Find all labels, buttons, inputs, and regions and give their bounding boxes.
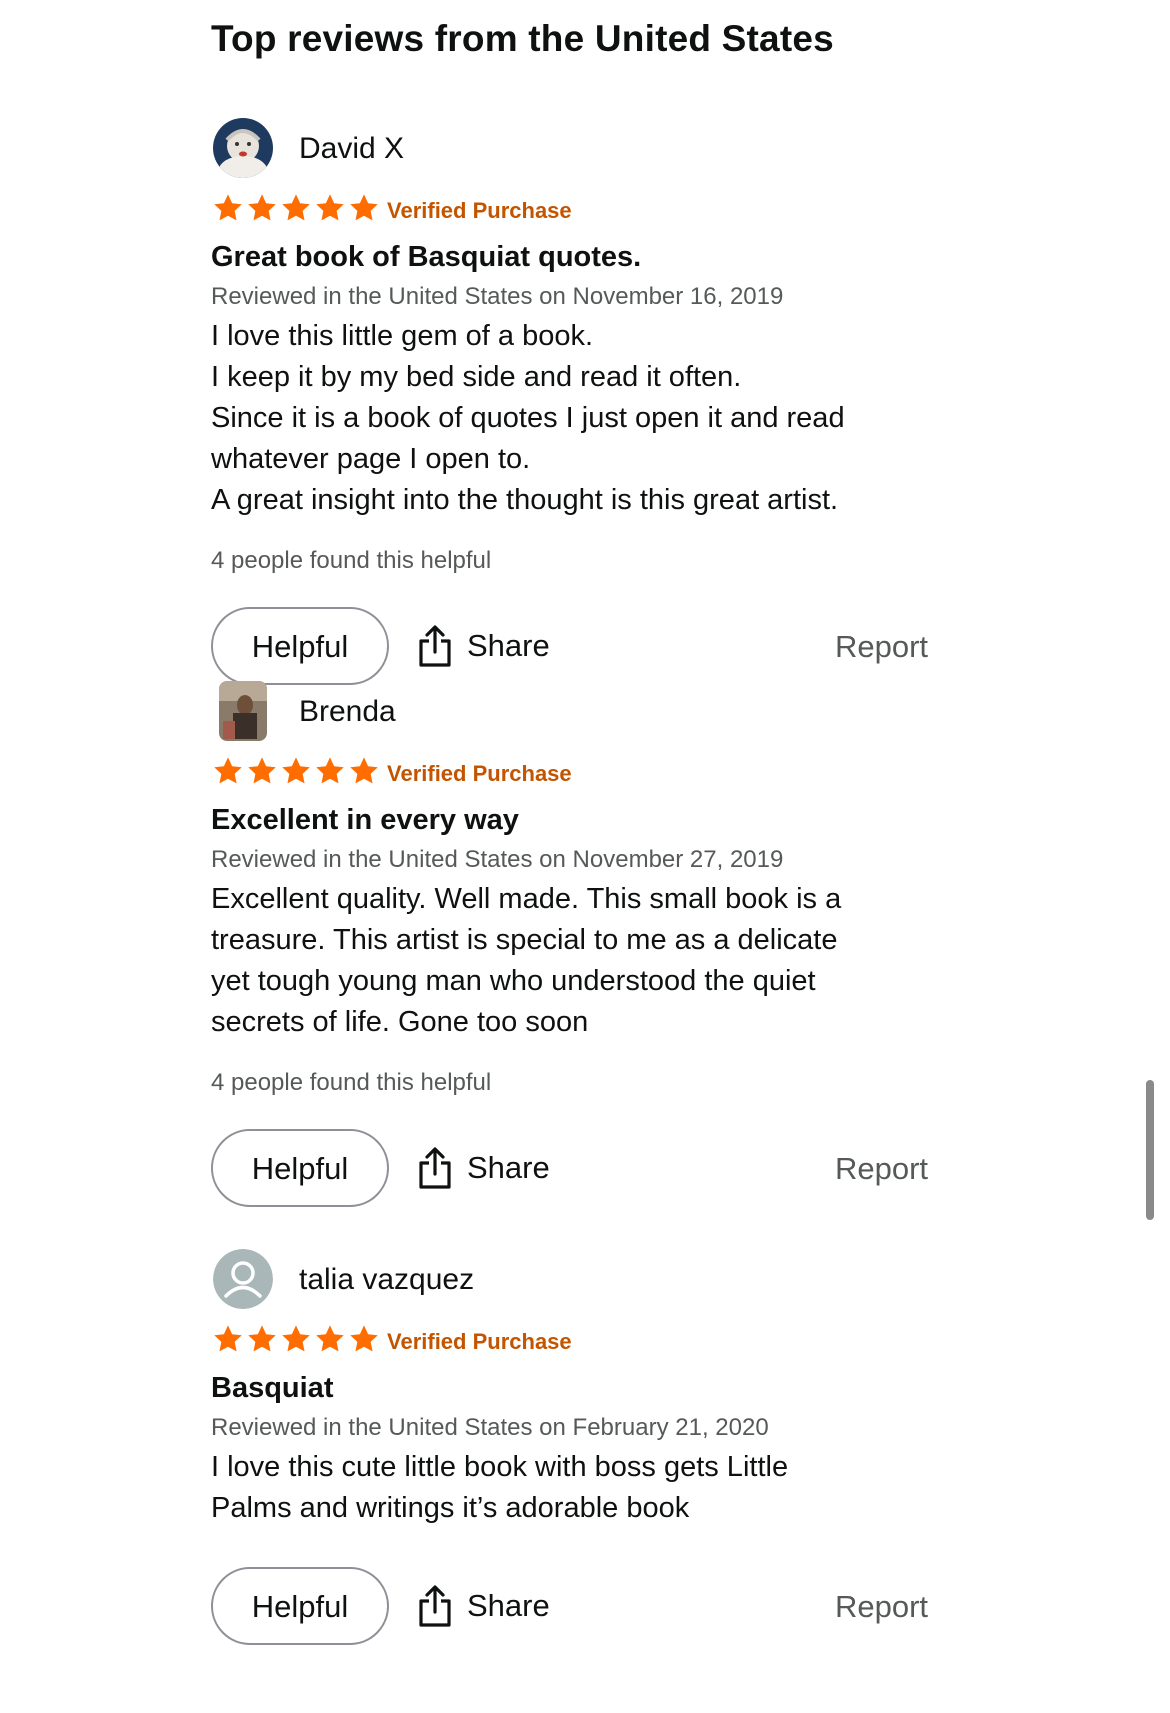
review-title: Great book of Basquiat quotes. bbox=[211, 241, 642, 273]
share-label: Share bbox=[467, 628, 550, 663]
star-icon bbox=[214, 194, 242, 221]
review-title: Basquiat bbox=[211, 1372, 334, 1404]
share-button[interactable]: Share bbox=[417, 1581, 550, 1631]
review-body-line: Since it is a book of quotes I just open… bbox=[211, 402, 845, 434]
helpful-button[interactable]: Helpful bbox=[211, 607, 389, 685]
review-body-line: A great insight into the thought is this… bbox=[211, 484, 839, 516]
review-body: I love this cute little book with boss g… bbox=[211, 1447, 941, 1529]
review-date: Reviewed in the United States on Novembe… bbox=[211, 846, 784, 873]
report-link[interactable]: Report bbox=[835, 1151, 928, 1187]
verified-purchase-badge: Verified Purchase bbox=[387, 198, 572, 223]
verified-purchase-badge: Verified Purchase bbox=[387, 761, 572, 786]
review-body-line: whatever page I open to. bbox=[211, 443, 531, 475]
reviewer-row: David X bbox=[211, 118, 941, 182]
star-icon bbox=[350, 194, 378, 221]
star-rating[interactable] bbox=[211, 192, 381, 224]
review-body-line: I love this cute little book with boss g… bbox=[211, 1451, 789, 1483]
star-icon bbox=[282, 757, 310, 784]
helpful-count: 4 people found this helpful bbox=[211, 547, 492, 574]
rating-row: Verified Purchase bbox=[211, 753, 941, 797]
review-actions: Helpful Share Report bbox=[211, 1129, 941, 1209]
photo-avatar[interactable] bbox=[219, 681, 267, 741]
star-icon bbox=[316, 757, 344, 784]
star-icon bbox=[248, 194, 276, 221]
reviewer-name[interactable]: talia vazquez bbox=[299, 1263, 474, 1297]
review-title: Excellent in every way bbox=[211, 804, 519, 836]
reviewer-row: talia vazquez bbox=[211, 1249, 941, 1313]
star-icon bbox=[282, 194, 310, 221]
review-date: Reviewed in the United States on Februar… bbox=[211, 1414, 769, 1441]
review-card: David X Verified Purchase Great book of … bbox=[211, 118, 941, 687]
star-rating[interactable] bbox=[211, 755, 381, 787]
star-icon bbox=[214, 1325, 242, 1352]
review-body-line: yet tough young man who understood the q… bbox=[211, 965, 816, 997]
star-icon bbox=[214, 757, 242, 784]
review-actions: Helpful Share Report bbox=[211, 1567, 941, 1647]
report-link[interactable]: Report bbox=[835, 629, 928, 665]
review-body-line: secrets of life. Gone too soon bbox=[211, 1006, 589, 1038]
helpful-button[interactable]: Helpful bbox=[211, 1567, 389, 1645]
helpful-count: 4 people found this helpful bbox=[211, 1069, 492, 1096]
default-user-avatar[interactable] bbox=[213, 1249, 273, 1309]
rating-row: Verified Purchase bbox=[211, 190, 941, 234]
report-link[interactable]: Report bbox=[835, 1589, 928, 1625]
star-icon bbox=[282, 1325, 310, 1352]
share-button[interactable]: Share bbox=[417, 621, 550, 671]
clown-portrait-avatar[interactable] bbox=[213, 118, 273, 178]
page-title: Top reviews from the United States bbox=[211, 18, 834, 59]
review-body-line: I keep it by my bed side and read it oft… bbox=[211, 361, 742, 393]
share-icon bbox=[419, 1147, 451, 1189]
review-body: I love this little gem of a book. I keep… bbox=[211, 316, 941, 521]
star-icon bbox=[248, 1325, 276, 1352]
review-actions: Helpful Share Report bbox=[211, 607, 941, 687]
share-icon bbox=[419, 1585, 451, 1627]
share-icon bbox=[419, 625, 451, 667]
reviewer-name[interactable]: David X bbox=[299, 132, 404, 166]
review-body-line: I love this little gem of a book. bbox=[211, 320, 594, 352]
share-button[interactable]: Share bbox=[417, 1143, 550, 1193]
review-card: Brenda Verified Purchase Excellent in ev… bbox=[211, 681, 941, 1209]
review-body-line: Palms and writings it’s adorable book bbox=[211, 1492, 690, 1524]
reviewer-row: Brenda bbox=[211, 681, 941, 745]
star-icon bbox=[248, 757, 276, 784]
helpful-button[interactable]: Helpful bbox=[211, 1129, 389, 1207]
share-label: Share bbox=[467, 1588, 550, 1623]
review-body: Excellent quality. Well made. This small… bbox=[211, 879, 941, 1043]
scrollbar[interactable] bbox=[1146, 1080, 1154, 1220]
star-icon bbox=[350, 757, 378, 784]
review-card: talia vazquez Verified Purchase Basquiat… bbox=[211, 1249, 941, 1647]
verified-purchase-badge: Verified Purchase bbox=[387, 1329, 572, 1354]
reviewer-name[interactable]: Brenda bbox=[299, 695, 396, 729]
review-body-line: Excellent quality. Well made. This small… bbox=[211, 883, 842, 915]
review-body-line: treasure. This artist is special to me a… bbox=[211, 924, 838, 956]
review-date: Reviewed in the United States on Novembe… bbox=[211, 283, 784, 310]
rating-row: Verified Purchase bbox=[211, 1321, 941, 1365]
share-label: Share bbox=[467, 1150, 550, 1185]
star-rating[interactable] bbox=[211, 1323, 381, 1355]
star-icon bbox=[316, 194, 344, 221]
star-icon bbox=[316, 1325, 344, 1352]
star-icon bbox=[350, 1325, 378, 1352]
